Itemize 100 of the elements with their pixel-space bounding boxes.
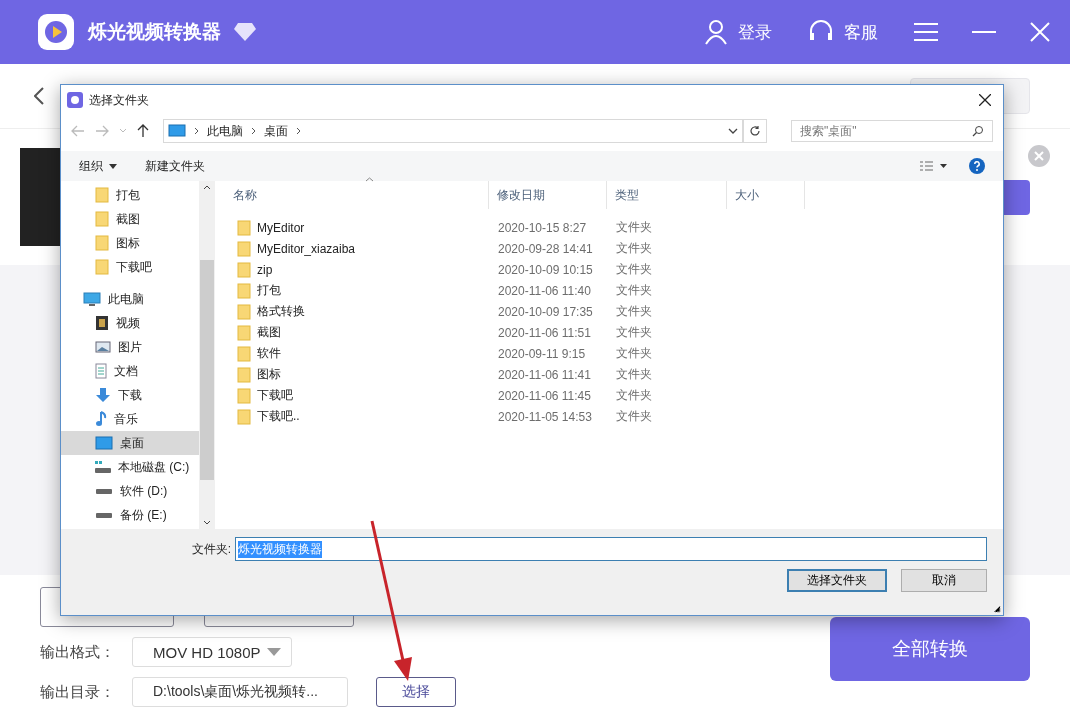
file-name-cell[interactable]: 软件	[225, 345, 489, 362]
column-header[interactable]: 名称	[225, 181, 489, 209]
dialog-button[interactable]: 取消	[901, 569, 987, 592]
folder-icon	[237, 303, 251, 320]
folder-icon	[95, 259, 109, 275]
folder-icon	[95, 235, 109, 251]
dialog-app-icon	[67, 92, 83, 108]
type-cell-text: 文件夹	[615, 408, 653, 425]
file-name-cell[interactable]: 打包	[225, 282, 489, 299]
date-cell-text: 2020-11-06 11:41	[497, 367, 592, 382]
menu-icon[interactable]	[914, 23, 938, 41]
file-name-cell[interactable]: MyEditor	[225, 219, 489, 236]
folder-icon	[237, 387, 251, 404]
close-icon[interactable]	[979, 94, 991, 106]
choose-button[interactable]: 选择	[376, 677, 456, 707]
address-bar[interactable]: 此电脑 桌面	[163, 119, 743, 143]
file-name-cell[interactable]: 格式转换	[225, 303, 489, 320]
output-dir-field[interactable]: D:\tools\桌面\烁光视频转...	[132, 677, 348, 707]
breadcrumb-item[interactable]: 此电脑	[207, 122, 243, 140]
film-icon	[95, 315, 109, 331]
convert-all-button[interactable]: 全部转换	[830, 617, 1030, 681]
date-cell-text: 2020-11-06 11:51	[497, 325, 592, 340]
document-icon	[95, 363, 107, 379]
date-cell-text: 2020-10-09 17:35	[497, 304, 594, 319]
user-icon	[704, 19, 728, 45]
file-name-cell[interactable]: 截图	[225, 324, 489, 341]
type-cell-text: 文件夹	[615, 303, 653, 320]
drive-icon	[95, 461, 111, 473]
convert-button[interactable]	[1004, 179, 1030, 215]
caret-icon	[267, 648, 281, 656]
date-cell-text: 2020-09-28 14:41	[497, 241, 594, 256]
date-cell-text: 2020-11-05 14:53	[497, 409, 593, 424]
folder-icon	[237, 408, 251, 425]
chevron-up-icon[interactable]	[203, 185, 211, 190]
type-cell-text: 文件夹	[615, 240, 653, 257]
file-name-cell[interactable]: 下载吧..	[225, 408, 489, 425]
app-title: 烁光视频转换器	[88, 20, 221, 44]
folder-icon	[237, 282, 251, 299]
folder-icon	[95, 211, 109, 227]
folder-icon	[237, 240, 251, 257]
type-cell-text: 文件夹	[615, 366, 653, 383]
nav-item[interactable]: 打包	[61, 183, 199, 207]
caret-icon	[109, 163, 117, 169]
organize-button[interactable]: 组织	[79, 157, 117, 175]
drive-icon	[96, 512, 112, 518]
date-cell-text: 2020-11-06 11:45	[497, 388, 592, 403]
folder-icon	[95, 187, 109, 203]
chevron-right-icon	[251, 127, 256, 135]
up-arrow-icon[interactable]	[137, 124, 149, 138]
file-name-cell[interactable]: 下载吧	[225, 387, 489, 404]
nav-item[interactable]: 截图	[61, 207, 199, 231]
help-icon[interactable]	[969, 158, 985, 174]
nav-item[interactable]: 下载	[61, 383, 199, 407]
column-header[interactable]: 修改日期	[489, 181, 607, 209]
nav-item[interactable]: 备份 (E:)	[61, 503, 199, 527]
column-header[interactable]: 类型	[607, 181, 727, 209]
folder-icon	[237, 219, 251, 236]
nav-item[interactable]: 软件 (D:)	[61, 479, 199, 503]
dialog-button[interactable]: 选择文件夹	[787, 569, 887, 592]
nav-item[interactable]: 图标	[61, 231, 199, 255]
chevron-down-icon[interactable]	[203, 520, 211, 525]
nav-item[interactable]: 下载吧	[61, 255, 199, 279]
folder-icon	[237, 261, 251, 278]
nav-item[interactable]: 音乐	[61, 407, 199, 431]
date-cell-text: 2020-10-09 10:15	[497, 262, 594, 277]
new-folder-button[interactable]: 新建文件夹	[145, 157, 205, 175]
type-cell-text: 文件夹	[615, 219, 653, 236]
sort-caret-icon	[365, 177, 374, 182]
service-button[interactable]: 客服	[808, 20, 878, 44]
format-dropdown[interactable]: MOV HD 1080P	[132, 637, 292, 667]
scrollbar[interactable]	[199, 181, 215, 529]
search-field[interactable]: 搜索"桌面"	[791, 120, 993, 142]
file-name-cell[interactable]: 图标	[225, 366, 489, 383]
refresh-button[interactable]	[743, 119, 767, 143]
refresh-icon	[749, 125, 761, 137]
login-button[interactable]: 登录	[704, 19, 772, 45]
picture-icon	[95, 340, 111, 354]
resize-grip-icon[interactable]	[993, 605, 1001, 613]
nav-item[interactable]: 图片	[61, 335, 199, 359]
nav-item[interactable]: 此电脑	[61, 287, 199, 311]
folder-icon	[237, 345, 251, 362]
date-cell-text: 2020-11-06 11:40	[497, 283, 592, 298]
folder-icon	[237, 324, 251, 341]
nav-item[interactable]: 视频	[61, 311, 199, 335]
nav-item[interactable]: 文档	[61, 359, 199, 383]
monitor-icon	[168, 124, 186, 138]
dialog-title: 选择文件夹	[89, 91, 149, 109]
file-name-cell[interactable]: zip	[225, 261, 489, 278]
minimize-icon[interactable]	[972, 30, 996, 34]
music-note-icon	[95, 411, 107, 427]
file-name-cell[interactable]: MyEditor_xiazaiba	[225, 240, 489, 257]
column-header[interactable]: 大小	[727, 181, 805, 209]
nav-item[interactable]: 本地磁盘 (C:)	[61, 455, 199, 479]
date-cell-text: 2020-10-15 8:27	[497, 220, 588, 235]
output-format-label: 输出格式：	[40, 642, 116, 662]
nav-item[interactable]: 桌面	[61, 431, 199, 455]
breadcrumb-item[interactable]: 桌面	[264, 122, 288, 140]
view-options-icon[interactable]	[919, 160, 947, 172]
chevron-down-icon[interactable]	[728, 128, 738, 134]
date-cell-text: 2020-09-11 9:15	[497, 346, 587, 361]
